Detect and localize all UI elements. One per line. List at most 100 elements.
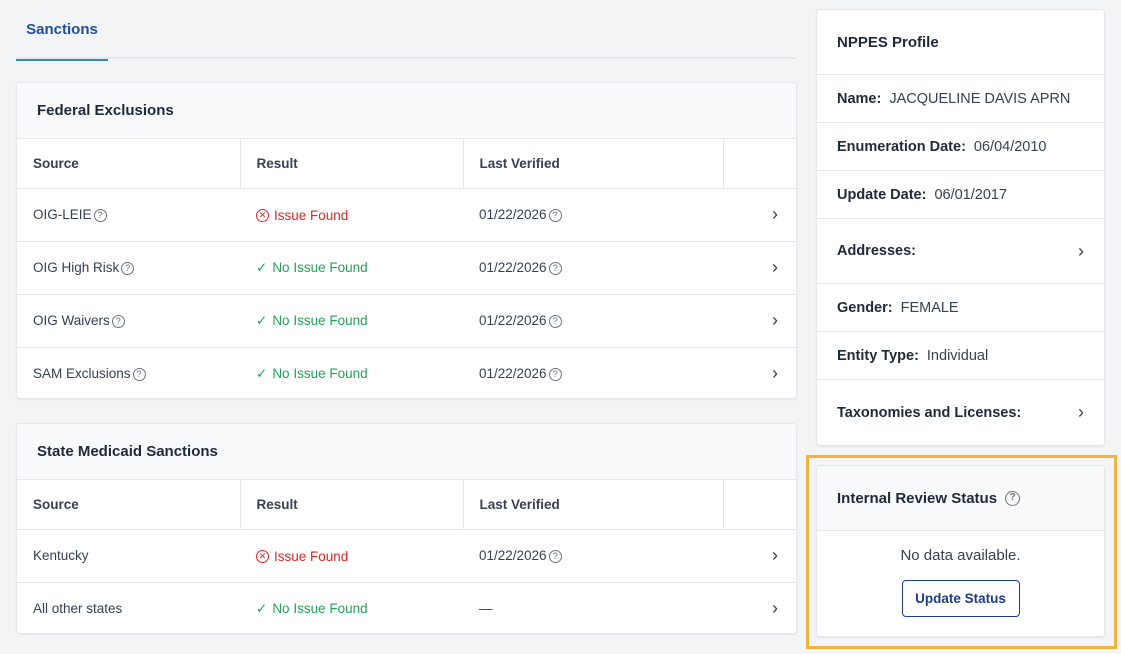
- nppes-entity-row: Entity Type: Individual: [817, 332, 1104, 380]
- check-icon: ✓: [256, 600, 268, 616]
- chevron-right-icon: ›: [1078, 402, 1084, 422]
- card-title: Federal Exclusions: [17, 83, 796, 139]
- chevron-right-icon[interactable]: ›: [723, 241, 796, 295]
- result-text: No Issue Found: [272, 260, 368, 275]
- last-verified-cell: 01/22/2026?: [463, 188, 723, 242]
- empty-message: No data available.: [900, 547, 1021, 564]
- question-circle-icon[interactable]: ?: [111, 315, 125, 328]
- source-cell: OIG-LEIE?: [17, 188, 240, 242]
- check-icon: ✓: [256, 259, 268, 275]
- question-circle-icon[interactable]: ?: [1005, 490, 1021, 506]
- result-cell: ✓ No Issue Found: [240, 347, 463, 398]
- last-verified-date: 01/22/2026: [479, 313, 547, 328]
- update-date-label: Update Date:: [837, 186, 927, 203]
- internal-review-body: No data available. Update Status: [817, 531, 1104, 617]
- result-text: Issue Found: [274, 208, 349, 223]
- table-row[interactable]: OIG Waivers? ✓ No Issue Found 01/22/2026? ›: [17, 294, 796, 348]
- last-verified-date: —: [479, 601, 493, 617]
- column-header-blank: [722, 480, 796, 530]
- last-verified-date: 01/22/2026: [479, 366, 547, 382]
- column-header-source: Source: [17, 139, 240, 189]
- chevron-right-icon[interactable]: ›: [723, 294, 796, 348]
- last-verified-date: 01/22/2026: [479, 207, 547, 222]
- column-header-last-verified: Last Verified: [462, 480, 723, 530]
- result-text: No Issue Found: [272, 313, 368, 328]
- last-verified-cell: 01/22/2026?: [463, 347, 723, 398]
- state-sanctions-card: State Medicaid Sanctions Source Result L…: [16, 423, 797, 634]
- source-name: SAM Exclusions: [33, 366, 131, 382]
- tab-sanctions[interactable]: Sanctions: [16, 0, 108, 61]
- column-header-result: Result: [239, 139, 463, 189]
- internal-review-card: Internal Review Status ? No data availab…: [816, 465, 1105, 637]
- nppes-taxonomies-row[interactable]: Taxonomies and Licenses: ›: [817, 380, 1104, 445]
- table-row[interactable]: OIG-LEIE? ✕ Issue Found 01/22/2026? ›: [17, 188, 796, 242]
- gender-label: Gender:: [837, 299, 893, 316]
- entity-type-value: Individual: [926, 347, 989, 364]
- last-verified-date: 01/22/2026: [479, 260, 547, 275]
- result-cell: ✓ No Issue Found: [240, 294, 463, 348]
- entity-type-label: Entity Type:: [837, 347, 919, 364]
- state-table: Source Result Last Verified Kentucky ✕ Iss…: [17, 480, 796, 633]
- check-icon: ✓: [256, 312, 268, 328]
- nppes-title-text: NPPES Profile: [837, 33, 939, 51]
- tab-bar: Sanctions: [16, 0, 796, 61]
- nppes-update-row: Update Date: 06/01/2017: [817, 171, 1104, 219]
- source-name: OIG-LEIE: [33, 207, 92, 222]
- question-circle-icon[interactable]: ?: [132, 368, 146, 382]
- result-cell: ✓ No Issue Found: [240, 582, 463, 633]
- nppes-profile-card: NPPES Profile Name: JACQUELINE DAVIS APR…: [816, 9, 1105, 446]
- table-row[interactable]: OIG High Risk? ✓ No Issue Found 01/22/2026?…: [17, 241, 796, 295]
- federal-exclusions-card: Federal Exclusions Source Result Last Ve…: [16, 82, 797, 399]
- last-verified-cell: 01/22/2026?: [463, 529, 723, 583]
- issue-found-status: ✕ Issue Found: [256, 208, 348, 223]
- chevron-right-icon: ›: [1078, 240, 1084, 261]
- column-header-source: Source: [17, 480, 240, 530]
- no-issue-status: ✓ No Issue Found: [256, 313, 368, 329]
- table-row[interactable]: Kentucky ✕ Issue Found 01/22/2026? ›: [17, 529, 796, 583]
- column-header-blank: [722, 139, 796, 189]
- gender-value: FEMALE: [900, 299, 959, 316]
- question-circle-icon[interactable]: ?: [548, 262, 562, 275]
- nppes-gender-row: Gender: FEMALE: [817, 284, 1104, 332]
- last-verified-cell: 01/22/2026?: [463, 294, 723, 348]
- result-text: No Issue Found: [272, 366, 368, 382]
- x-circle-icon: ✕: [256, 550, 269, 563]
- table-row[interactable]: SAM Exclusions? ✓ No Issue Found 01/22/2026…: [17, 347, 796, 398]
- source-name: All other states: [33, 601, 123, 617]
- source-cell: OIG Waivers?: [17, 294, 240, 348]
- last-verified-cell: —: [463, 582, 723, 633]
- question-circle-icon[interactable]: ?: [93, 209, 107, 222]
- result-text: No Issue Found: [272, 601, 368, 617]
- nppes-enumeration-row: Enumeration Date: 06/04/2010: [817, 123, 1104, 171]
- result-cell: ✕ Issue Found: [240, 188, 463, 242]
- table-row[interactable]: All other states ✓ No Issue Found — ›: [17, 582, 796, 633]
- enumeration-date-label: Enumeration Date:: [837, 138, 966, 155]
- result-cell: ✕ Issue Found: [240, 529, 463, 583]
- result-cell: ✓ No Issue Found: [240, 241, 463, 295]
- source-cell: All other states: [17, 582, 240, 633]
- nppes-addresses-row[interactable]: Addresses: ›: [817, 219, 1104, 284]
- question-circle-icon[interactable]: ?: [548, 368, 562, 382]
- source-name: OIG Waivers: [33, 313, 110, 328]
- card-title: State Medicaid Sanctions: [17, 424, 796, 480]
- chevron-right-icon[interactable]: ›: [723, 582, 796, 633]
- chevron-right-icon[interactable]: ›: [723, 188, 796, 242]
- question-circle-icon[interactable]: ?: [548, 550, 562, 563]
- question-circle-icon[interactable]: ?: [548, 209, 562, 222]
- chevron-right-icon[interactable]: ›: [723, 347, 796, 398]
- no-issue-status: ✓ No Issue Found: [256, 366, 368, 382]
- name-value: JACQUELINE DAVIS APRN: [889, 90, 1071, 107]
- source-name: Kentucky: [33, 548, 89, 563]
- column-header-last-verified: Last Verified: [462, 139, 723, 189]
- question-circle-icon[interactable]: ?: [121, 262, 135, 275]
- nppes-name-row: Name: JACQUELINE DAVIS APRN: [817, 75, 1104, 123]
- question-circle-icon[interactable]: ?: [548, 315, 562, 328]
- enumeration-date-value: 06/04/2010: [973, 138, 1047, 155]
- result-text: Issue Found: [274, 549, 349, 564]
- source-cell: OIG High Risk?: [17, 241, 240, 295]
- chevron-right-icon[interactable]: ›: [723, 529, 796, 583]
- update-status-button[interactable]: Update Status: [901, 580, 1020, 617]
- column-header-result: Result: [239, 480, 463, 530]
- taxonomies-label: Taxonomies and Licenses:: [837, 404, 1022, 421]
- source-cell: SAM Exclusions?: [17, 347, 240, 398]
